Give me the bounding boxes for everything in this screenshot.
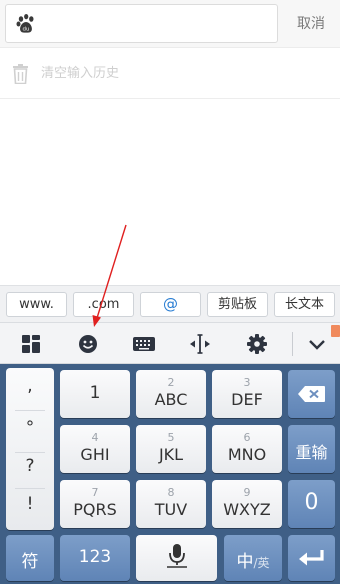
punctuation-column[interactable]: , ° ? ! [6,368,54,530]
key-6-mno[interactable]: 6 MNO [212,425,282,473]
key-letters: PQRS [73,500,117,519]
key-4-ghi[interactable]: 4 GHI [60,425,130,473]
backspace-icon [298,386,325,402]
svg-text:du: du [23,26,30,32]
key-digit: 2 [167,376,175,389]
keyboard-icon[interactable] [131,331,157,357]
punct-divider [15,410,45,411]
key-digit: 6 [243,431,251,444]
key-letters: WXYZ [223,500,271,519]
reinput-key[interactable]: 重输 [288,425,335,473]
key-3-def[interactable]: 3 DEF [212,370,282,418]
lang-alt-label: /英 [253,556,270,570]
apps-grid-icon[interactable] [18,331,44,357]
symbol-key[interactable]: 符 [6,535,54,581]
clear-history-label: 清空输入历史 [41,66,120,81]
reinput-label: 重输 [295,443,328,462]
punct-divider [15,452,45,453]
lang-main-label: 中 [236,552,254,572]
key-7-pqrs[interactable]: 7 PQRS [60,480,130,528]
cursor-move-icon[interactable] [187,331,213,357]
key-letters: MNO [227,445,267,464]
microphone-icon [167,544,187,568]
collapse-chevron-icon[interactable] [304,331,330,357]
com-shortcut-button[interactable]: .com [73,292,134,317]
at-shortcut-button[interactable]: @ [140,292,201,317]
symbol-label: 符 [21,552,39,572]
key-5-jkl[interactable]: 5 JKL [136,425,206,473]
clear-history-row[interactable]: 清空输入历史 [0,49,340,99]
key-digit: 8 [167,486,175,499]
www-shortcut-button[interactable]: www. [6,292,67,317]
language-toggle-key[interactable]: 中/英 [224,535,282,581]
key-digit: 4 [91,431,99,444]
enter-key[interactable] [288,535,335,581]
shortcut-row: www. .com @ 剪贴板 长文本 [0,285,340,322]
clipboard-button[interactable]: 剪贴板 [207,292,268,317]
num-mode-key[interactable]: 123 [60,535,130,581]
key-9-wxyz[interactable]: 9 WXYZ [212,480,282,528]
punct-comma-key[interactable]: , [6,376,54,396]
enter-icon [299,550,324,566]
key-digit: 3 [243,376,251,389]
space-key[interactable] [136,535,217,581]
punct-degree-key[interactable]: ° [6,418,54,438]
trash-icon [13,64,28,84]
key-digit: 9 [243,486,251,499]
key-letters: JKL [158,445,184,464]
zero-key[interactable]: 0 [288,480,335,528]
s-badge [331,325,340,337]
key-digit: 7 [91,486,99,499]
key-2-abc[interactable]: 2 ABC [136,370,206,418]
search-input[interactable]: du [5,4,278,43]
backspace-key[interactable] [288,370,335,418]
punct-exclaim-key[interactable]: ! [6,494,54,514]
gear-icon[interactable] [244,331,270,357]
key-1-label: 1 [89,383,101,403]
language-toggle-label: 中/英 [224,547,282,572]
key-8-tuv[interactable]: 8 TUV [136,480,206,528]
key-letters: TUV [154,500,188,519]
keyboard-toolbar [0,322,340,364]
key-1[interactable]: 1 [60,370,130,418]
punct-divider [15,488,45,489]
key-letters: ABC [154,390,188,409]
zero-label: 0 [304,490,319,515]
key-letters: GHI [80,445,110,464]
emoji-icon[interactable] [75,331,101,357]
num-mode-label: 123 [78,547,112,567]
baidu-paw-icon: du [16,14,34,33]
key-letters: DEF [231,390,263,409]
long-text-button[interactable]: 长文本 [274,292,335,317]
toolbar-divider [292,332,293,356]
key-digit: 5 [167,431,175,444]
search-bar: du 取消 [0,0,340,48]
punct-question-key[interactable]: ? [6,456,54,476]
cancel-button[interactable]: 取消 [282,0,340,48]
